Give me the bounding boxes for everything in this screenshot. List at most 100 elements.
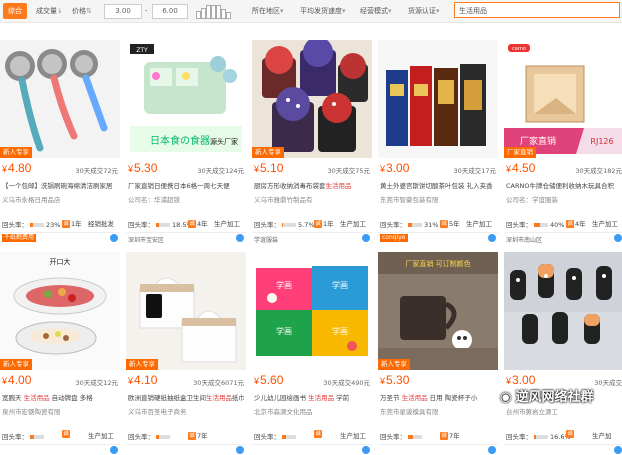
footer-tag[interactable]: conqiye: [380, 234, 408, 242]
title-keyword: 生活用品: [23, 394, 50, 402]
price-max-input[interactable]: 6.00: [152, 4, 188, 19]
biz-mode-dropdown[interactable]: 经营模式▾: [360, 3, 392, 19]
supplier-name[interactable]: 公司名：华浦超镁: [128, 194, 244, 204]
product-card[interactable]: ¥3.00 30天成交17元 黄土外婆宫斯饼切酸茶叶包装 礼入夹香 东莞市智豪包…: [378, 40, 498, 242]
product-price: ¥5.30: [380, 373, 409, 387]
product-title[interactable]: 欧洲直销硬纸抽纸盒卫生间生活用品纸巾架: [128, 392, 244, 402]
footer-tag[interactable]: 深圳市宝安区: [128, 235, 164, 244]
search-input[interactable]: 生活用品: [454, 2, 620, 18]
biz-mode-tag: 生产加工: [88, 432, 114, 440]
chat-icon[interactable]: [110, 234, 118, 242]
footer-tag[interactable]: 深圳市南山区: [506, 235, 542, 244]
price-min-input[interactable]: 3.00: [104, 4, 142, 19]
product-title[interactable]: 厨房方形收纳消毒布袋套生活用品: [254, 180, 370, 190]
chevron-down-icon: ▾: [342, 7, 346, 15]
product-image[interactable]: 开口大 新人专享: [0, 252, 120, 370]
product-image[interactable]: 新人专享: [0, 40, 120, 158]
product-badge: 新人专享: [0, 359, 32, 370]
card-footer: 深圳市宝安区: [126, 232, 246, 244]
sort-deals-button[interactable]: 成交量↓: [36, 3, 63, 19]
sort-integrated-button[interactable]: 综合: [3, 3, 27, 19]
product-title[interactable]: 宽腕天 生活用品 自动牌盘 多格: [2, 392, 118, 402]
supplier-name[interactable]: 义乌市雅鼎竹制品有: [254, 194, 370, 204]
chat-icon[interactable]: [362, 234, 370, 242]
sort-price-button[interactable]: 价格⇅: [72, 3, 92, 19]
product-card[interactable]: ZTY 日本食の食器 源头厂家 ¥5.30 30天成交124元 厂家直销日便携日本6…: [126, 40, 246, 244]
chat-icon[interactable]: [488, 234, 496, 242]
chat-icon[interactable]: [236, 234, 244, 242]
biz-mode-tag: 生产加工: [340, 220, 366, 228]
repeat-rate-bar: [534, 223, 548, 227]
product-title[interactable]: CARNO牛牌仓储便利收纳木玩具合积: [506, 180, 622, 190]
supplier-name[interactable]: 公司名：学谊服装: [506, 194, 622, 204]
price-value: 3.00: [512, 373, 536, 387]
supplier-name[interactable]: 台州市黄岩立源工: [506, 406, 622, 416]
years-tag: 诚 1年: [62, 218, 82, 228]
price-value: 4.10: [134, 373, 158, 387]
years-tag: 诚 4年: [566, 218, 586, 228]
product-title[interactable]: 厂家直销日便携日本6格一周七天便: [128, 180, 244, 190]
product-image[interactable]: ZTY 日本食の食器 源头厂家: [126, 40, 246, 158]
price-value: 5.30: [134, 161, 158, 175]
years-value: 4年: [575, 220, 586, 228]
repeat-rate-label: 回头率：: [506, 433, 532, 441]
product-card[interactable]: 新人专享 ¥4.80 30天成交72元 【一个包邮】洗锅刷碗海绵清洁刷家居 义乌…: [0, 40, 120, 242]
product-image[interactable]: carno 厂家直销 RJ126 厂家直销: [504, 40, 622, 158]
supplier-name[interactable]: 东莞市智豪包装有限: [380, 194, 496, 204]
card-footer: [504, 444, 622, 455]
years-tag: 诚 7年: [440, 430, 460, 440]
footer-tag[interactable]: 千纸鹤费用: [2, 234, 37, 242]
product-image[interactable]: 学画 学画 学画 学画: [252, 252, 372, 370]
chat-icon[interactable]: [362, 446, 370, 454]
years-icon: 诚: [440, 220, 448, 228]
chat-icon[interactable]: [110, 446, 118, 454]
cert-dropdown[interactable]: 货源认证▾: [408, 3, 440, 19]
repeat-rate-fill: [30, 435, 34, 439]
product-title[interactable]: 黄土外婆宫斯饼切酸茶叶包装 礼入夹香: [380, 180, 496, 190]
repeat-rate: 回头率： 18.5%: [128, 219, 193, 229]
location-label: 所在地区: [252, 7, 280, 15]
years-value: 4年: [197, 220, 208, 228]
supplier-name[interactable]: 义乌市百圣电子商务: [128, 406, 244, 416]
biz-mode-tag: 生产加工: [592, 220, 618, 228]
footer-tag[interactable]: 学谊服装: [254, 235, 278, 244]
product-title[interactable]: 少儿幼儿园绘画书 生活用品 学前: [254, 392, 370, 402]
supplier-name[interactable]: 东莞市星骏模具有限: [380, 406, 496, 416]
sort-deals-label: 成交量: [36, 7, 57, 15]
title-keyword: 生活用品: [401, 394, 428, 402]
yuan-icon: ¥: [380, 376, 386, 386]
repeat-rate-label: 回头率：: [506, 221, 532, 229]
years-value: 1年: [71, 220, 82, 228]
years-icon: 诚: [566, 430, 574, 438]
price-value: 3.00: [386, 161, 410, 175]
price-value: 4.00: [8, 373, 32, 387]
biz-mode-tag: 生产加工: [466, 220, 492, 228]
product-image[interactable]: 新人专享: [126, 252, 246, 370]
repeat-rate-fill: [30, 223, 33, 227]
product-image[interactable]: [378, 40, 498, 158]
product-title[interactable]: 【一个包邮】洗锅刷碗海绵清洁刷家居: [2, 180, 118, 190]
supplier-name[interactable]: 义乌市永格日用品店: [2, 194, 118, 204]
watermark: ◉ 逆风网络社群: [500, 386, 620, 406]
years-tag: 诚: [566, 430, 575, 438]
product-image[interactable]: 新人专享: [252, 40, 372, 158]
supplier-name[interactable]: 北京市森源文化用品: [254, 406, 370, 416]
price-value: 4.50: [512, 161, 536, 175]
product-title[interactable]: 万圣节 生活用品 日用 陶瓷杯子小: [380, 392, 496, 402]
ship-speed-dropdown[interactable]: 平均发货速度▾: [300, 3, 346, 19]
repeat-rate-value: 5.7%: [298, 221, 315, 229]
chat-icon[interactable]: [614, 234, 622, 242]
years-value: 7年: [449, 432, 460, 440]
chat-icon[interactable]: [236, 446, 244, 454]
product-image[interactable]: [504, 252, 622, 370]
title-part: 万圣节: [380, 394, 402, 402]
repeat-rate-label: 回头率：: [254, 221, 280, 229]
chat-icon[interactable]: [614, 446, 622, 454]
supplier-name[interactable]: 泉州市宏钢陶瓷有限: [2, 406, 118, 416]
chat-icon[interactable]: [488, 446, 496, 454]
location-dropdown[interactable]: 所在地区▾: [252, 3, 284, 19]
product-card[interactable]: 新人专享 ¥5.10 30天成交75元 厨房方形收纳消毒布袋套生活用品 义乌市雅…: [252, 40, 372, 244]
repeat-rate: 回头率： 40%: [506, 219, 564, 229]
product-card[interactable]: carno 厂家直销 RJ126 厂家直销 ¥4.50 30天成交182元 CARN…: [504, 40, 622, 244]
product-image[interactable]: 厂家直销 可订制颜色 新人专享: [378, 252, 498, 370]
